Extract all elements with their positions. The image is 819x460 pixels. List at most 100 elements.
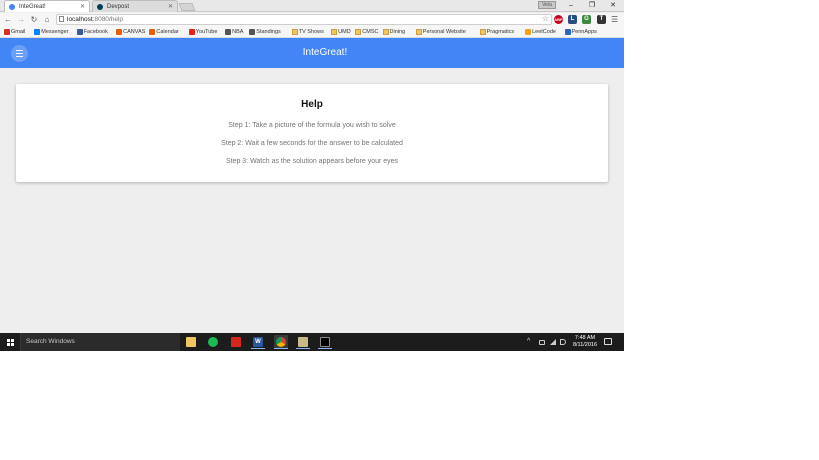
new-tab-button[interactable] bbox=[178, 3, 196, 11]
bookmark-pragmatics[interactable]: Pragmatics bbox=[479, 26, 515, 38]
bookmark-label: TV Shows bbox=[298, 29, 324, 35]
volume-icon[interactable] bbox=[560, 339, 566, 345]
acrobat-icon[interactable] bbox=[229, 335, 243, 349]
bookmark-label: Facebook bbox=[83, 29, 108, 35]
address-bar[interactable]: localhost:8080/help ☆ bbox=[56, 14, 552, 25]
pennapps-icon bbox=[564, 29, 571, 35]
screen: InteGreat! ✕ Devpost ✕ Vela – ❐ ✕ ← → ↻ … bbox=[0, 0, 624, 351]
facebook-icon bbox=[76, 29, 83, 35]
battery-icon[interactable] bbox=[539, 340, 545, 345]
clock-time: 7:48 AM bbox=[574, 335, 596, 341]
gmail-icon bbox=[4, 29, 10, 35]
l-extension-icon[interactable]: L bbox=[568, 15, 577, 24]
youtube-icon bbox=[188, 29, 195, 35]
close-icon[interactable]: ✕ bbox=[603, 0, 623, 12]
command-prompt-icon[interactable] bbox=[318, 335, 332, 349]
this-pc-icon[interactable] bbox=[296, 335, 310, 349]
bookmark-dining[interactable]: Dining bbox=[382, 26, 406, 38]
bookmark-label: Standings bbox=[256, 29, 281, 35]
tray-chevron-icon[interactable]: ^ bbox=[527, 333, 530, 351]
bookmark-youtube[interactable]: YouTube bbox=[188, 26, 218, 38]
action-center-icon[interactable] bbox=[604, 338, 612, 345]
bookmark-label: PennApps bbox=[571, 29, 597, 35]
messenger-icon bbox=[34, 29, 41, 35]
bookmark-umd[interactable]: UMD bbox=[330, 26, 351, 38]
calendar-icon bbox=[149, 29, 156, 35]
folder-icon bbox=[331, 29, 338, 35]
bookmark-label: YouTube bbox=[195, 29, 218, 35]
app-title: InteGreat! bbox=[302, 47, 348, 58]
bookmark-pennapps[interactable]: PennApps bbox=[564, 26, 597, 38]
bookmark-label: Pragmatics bbox=[486, 29, 515, 35]
folder-icon bbox=[382, 29, 389, 35]
bookmark-label: UMD bbox=[338, 29, 351, 35]
bookmark-star-icon[interactable]: ☆ bbox=[542, 14, 549, 23]
url-path: :8080/help bbox=[92, 16, 124, 23]
restore-icon[interactable]: ❐ bbox=[582, 0, 602, 12]
bookmark-label: Personal Website bbox=[422, 29, 466, 35]
help-step-2: Step 2: Wait a few seconds for the answe… bbox=[221, 140, 403, 147]
chrome-icon[interactable] bbox=[274, 335, 288, 349]
integreat-favicon-icon bbox=[9, 4, 15, 10]
spotify-icon[interactable] bbox=[206, 335, 220, 349]
bookmark-label: NBA bbox=[232, 29, 244, 35]
bookmark-leetcode[interactable]: LeetCode bbox=[524, 26, 556, 38]
help-step-1: Step 1: Take a picture of the formula yo… bbox=[228, 122, 396, 129]
nba-icon bbox=[225, 29, 232, 35]
tab-integreat[interactable]: InteGreat! ✕ bbox=[4, 0, 90, 12]
home-icon[interactable]: ⌂ bbox=[41, 13, 53, 26]
file-explorer-icon[interactable] bbox=[184, 335, 198, 349]
bookmark-label: LeetCode bbox=[532, 29, 556, 35]
bookmark-calendar[interactable]: Calendar bbox=[148, 26, 179, 38]
folder-icon bbox=[479, 29, 486, 35]
taskbar-search-input[interactable]: Search Windows bbox=[20, 333, 180, 351]
url-host: localhost bbox=[67, 16, 93, 23]
folder-icon bbox=[291, 29, 298, 35]
browser-toolbar: ← → ↻ ⌂ localhost:8080/help ☆ ABP L G T … bbox=[0, 13, 624, 26]
tab-devpost[interactable]: Devpost ✕ bbox=[92, 0, 178, 12]
bookmark-tv-shows[interactable]: TV Shows bbox=[291, 26, 324, 38]
bookmark-label: Messenger bbox=[41, 29, 69, 35]
folder-icon bbox=[355, 29, 362, 35]
windows-start-icon[interactable] bbox=[0, 333, 20, 351]
bookmark-label: CMSC bbox=[362, 29, 379, 35]
tab-title: InteGreat! bbox=[19, 4, 46, 10]
devpost-favicon-icon bbox=[97, 4, 103, 10]
bookmark-nba[interactable]: NBA bbox=[224, 26, 243, 38]
adblock-extension-icon[interactable]: ABP bbox=[554, 15, 563, 24]
back-arrow-icon[interactable]: ← bbox=[2, 13, 14, 26]
windows-taskbar: Search Windows W ^ 7:48 AM 8/11/2016 bbox=[0, 333, 624, 351]
bookmark-messenger[interactable]: Messenger bbox=[33, 26, 68, 38]
canvas-icon bbox=[116, 29, 123, 35]
folder-icon bbox=[415, 29, 422, 35]
bookmark-standings[interactable]: Standings bbox=[248, 26, 281, 38]
t-extension-icon[interactable]: T bbox=[597, 15, 606, 24]
help-title: Help bbox=[301, 99, 323, 110]
bookmark-gmail[interactable]: Gmail bbox=[3, 26, 25, 38]
app-bar: InteGreat! bbox=[0, 38, 624, 68]
tab-close-icon[interactable]: ✕ bbox=[168, 1, 173, 13]
word-icon[interactable]: W bbox=[251, 335, 265, 349]
bookmark-canvas[interactable]: CANVAS bbox=[115, 26, 145, 38]
forward-arrow-icon[interactable]: → bbox=[15, 13, 27, 26]
bookmark-personal-website[interactable]: Personal Website bbox=[415, 26, 466, 38]
profile-button[interactable]: Vela bbox=[538, 1, 556, 9]
system-clock[interactable]: 7:48 AM 8/11/2016 bbox=[570, 335, 600, 349]
bookmark-facebook[interactable]: Facebook bbox=[76, 26, 108, 38]
standings-icon bbox=[249, 29, 256, 35]
help-card: Help Step 1: Take a picture of the formu… bbox=[16, 84, 608, 182]
bookmark-label: Dining bbox=[389, 29, 406, 35]
reload-icon[interactable]: ↻ bbox=[28, 13, 40, 26]
tab-close-icon[interactable]: ✕ bbox=[80, 1, 85, 13]
network-icon[interactable] bbox=[550, 339, 556, 345]
chrome-menu-icon[interactable]: ☰ bbox=[611, 13, 618, 26]
tab-strip: InteGreat! ✕ Devpost ✕ Vela – ❐ ✕ bbox=[0, 0, 624, 12]
clock-date: 8/11/2016 bbox=[572, 342, 598, 348]
bookmark-label: Calendar bbox=[156, 29, 179, 35]
g-extension-icon[interactable]: G bbox=[582, 15, 591, 24]
bookmark-cmsc[interactable]: CMSC bbox=[354, 26, 379, 38]
minimize-icon[interactable]: – bbox=[561, 0, 581, 12]
leetcode-icon bbox=[525, 29, 532, 35]
bookmarks-bar: Gmail Messenger Facebook CANVAS Calendar YouT… bbox=[0, 26, 624, 38]
help-step-3: Step 3: Watch as the solution appears be… bbox=[225, 158, 399, 165]
